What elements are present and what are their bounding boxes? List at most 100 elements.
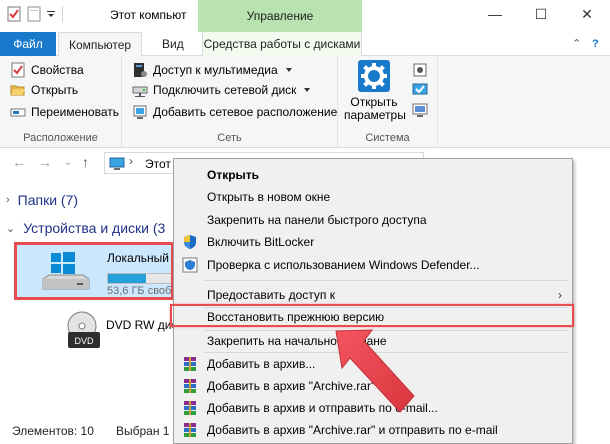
context-menu: Открыть Открыть в новом окне Закрепить н… — [173, 158, 573, 444]
chevron-right-icon: › — [6, 194, 10, 206]
properties-icon[interactable] — [6, 6, 22, 22]
menu-item-defender-scan-label: Проверка с использованием Windows Defend… — [207, 258, 480, 272]
properties-label: Свойства — [31, 63, 84, 77]
menu-item-archive-rar-email[interactable]: Добавить в архив "Archive.rar" и отправи… — [174, 419, 572, 441]
chevron-down-icon: ⌄ — [6, 222, 16, 235]
menu-item-add-to-archive-rar-label: Добавить в архив "Archive.rar" — [207, 379, 376, 393]
ribbon-group-location-label: Расположение — [23, 132, 98, 144]
chevron-down-icon — [285, 68, 292, 72]
add-network-location-label: Добавить сетевое расположение — [153, 105, 338, 119]
window-title: Этот компьют — [110, 8, 187, 22]
shield-icon — [182, 234, 198, 250]
qat-separator — [62, 6, 63, 22]
group-header-folders[interactable]: › Папки (7) — [6, 192, 78, 208]
uninstall-programs-icon[interactable] — [412, 62, 428, 78]
map-drive-button[interactable]: Подключить сетевой диск — [132, 80, 311, 100]
menu-item-archive-rar-email-label: Добавить в архив "Archive.rar" и отправи… — [207, 423, 498, 437]
new-folder-icon[interactable] — [26, 6, 42, 22]
address-path: Этот — [145, 157, 171, 171]
open-folder-icon — [10, 82, 26, 98]
ribbon: Свойства Открыть Переименовать Расположе… — [0, 56, 610, 148]
menu-item-bitlocker[interactable]: Включить BitLocker — [174, 231, 572, 253]
ribbon-tab-strip: Файл Компьютер Вид Средства работы с дис… — [0, 32, 610, 57]
winrar-icon — [182, 378, 198, 394]
defender-icon — [182, 257, 198, 273]
breadcrumb-separator-icon: › — [129, 154, 133, 168]
add-network-location-button[interactable]: Добавить сетевое расположение — [132, 102, 337, 122]
chevron-down-icon — [304, 88, 311, 92]
open-label: Открыть — [31, 83, 79, 97]
tab-file[interactable]: Файл — [0, 32, 56, 56]
menu-item-bitlocker-label: Включить BitLocker — [207, 235, 315, 249]
dvd-drive-icon: DVD — [64, 310, 104, 354]
submenu-chevron-icon: › — [558, 288, 562, 302]
media-server-icon — [132, 62, 148, 78]
manage-tab-label: Управление — [246, 9, 314, 23]
collapse-ribbon-button[interactable]: ⌃ — [572, 32, 581, 56]
recent-locations-chevron-icon[interactable]: ⌄ — [64, 157, 72, 168]
menu-item-add-to-archive-label: Добавить в архив... — [207, 357, 316, 371]
winrar-icon — [182, 356, 198, 372]
menu-item-give-access[interactable]: Предоставить доступ к › — [174, 284, 572, 306]
menu-item-add-to-archive[interactable]: Добавить в архив... — [174, 353, 572, 375]
this-pc-icon — [109, 156, 125, 172]
status-item-count: Элементов: 10 — [12, 424, 94, 438]
menu-item-open-new-window-label: Открыть в новом окне — [207, 190, 331, 204]
menu-item-pin-quick-access[interactable]: Закрепить на панели быстрого доступа — [174, 209, 572, 231]
maximize-button[interactable]: ☐ — [518, 0, 564, 28]
menu-item-pin-quick-access-label: Закрепить на панели быстрого доступа — [207, 213, 427, 227]
status-selected-count: Выбран 1 э — [116, 424, 179, 438]
open-settings-label-line2: параметры — [344, 108, 406, 122]
rename-button[interactable]: Переименовать — [10, 102, 119, 122]
menu-item-pin-start-label: Закрепить на начальном экране — [207, 334, 387, 348]
contextual-tab-manage[interactable]: Управление — [198, 0, 362, 32]
media-access-label: Доступ к мультимедиа — [153, 63, 278, 77]
back-arrow-icon[interactable]: ← — [12, 154, 26, 170]
tab-view[interactable]: Вид — [152, 32, 194, 56]
settings-gear-icon — [358, 60, 390, 92]
dvd-drive-name[interactable]: DVD RW дис — [106, 318, 177, 332]
network-drive-icon — [132, 82, 148, 98]
tab-computer[interactable]: Компьютер — [58, 32, 143, 57]
menu-item-open-new-window[interactable]: Открыть в новом окне — [174, 186, 572, 208]
restore-version-highlight-frame — [170, 304, 574, 327]
forward-arrow-icon[interactable]: → — [38, 154, 52, 170]
customize-toolbar-icon[interactable] — [46, 6, 56, 22]
help-button[interactable]: ? — [592, 32, 599, 56]
menu-item-give-access-label: Предоставить доступ к — [207, 288, 335, 302]
group-header-folders-label: Папки (7) — [17, 192, 79, 208]
up-arrow-icon[interactable]: ↑ — [82, 154, 89, 170]
tab-disk-tools[interactable]: Средства работы с дисками — [202, 32, 362, 56]
menu-item-open-label: Открыть — [207, 168, 260, 182]
open-settings-button[interactable]: Открыть параметры — [344, 60, 406, 124]
network-location-icon — [132, 104, 148, 120]
menu-item-archive-email[interactable]: Добавить в архив и отправить по e-mail..… — [174, 397, 572, 419]
group-header-devices-label: Устройства и диски (3 — [23, 220, 166, 236]
map-drive-label: Подключить сетевой диск — [153, 83, 297, 97]
winrar-icon — [182, 400, 198, 416]
close-button[interactable]: ✕ — [564, 0, 610, 28]
manage-computer-icon[interactable] — [412, 102, 428, 118]
menu-separator — [204, 280, 568, 281]
menu-item-defender-scan[interactable]: Проверка с использованием Windows Defend… — [174, 254, 572, 276]
ribbon-group-system-label: Система — [365, 132, 410, 144]
rename-label: Переименовать — [31, 105, 119, 119]
svg-text:DVD: DVD — [74, 336, 94, 346]
group-header-devices[interactable]: ⌄ Устройства и диски (3 — [6, 220, 165, 236]
menu-item-pin-start[interactable]: Закрепить на начальном экране — [174, 330, 572, 352]
ribbon-group-network-label: Сеть — [217, 132, 242, 144]
menu-item-archive-email-label: Добавить в архив и отправить по e-mail..… — [207, 401, 438, 415]
properties-button[interactable]: Свойства — [10, 60, 84, 80]
ribbon-group-location: Свойства Открыть Переименовать Расположе… — [0, 56, 122, 148]
local-disk-highlight-frame — [14, 242, 174, 300]
system-properties-icon[interactable] — [412, 82, 428, 98]
quick-access-toolbar — [6, 6, 65, 22]
title-bar: Этот компьют Управление — ☐ ✕ — [0, 0, 610, 32]
ribbon-group-network: Доступ к мультимедиа Подключить сетевой … — [122, 56, 338, 148]
menu-item-open[interactable]: Открыть — [174, 164, 572, 186]
open-button[interactable]: Открыть — [10, 80, 78, 100]
menu-item-add-to-archive-rar[interactable]: Добавить в архив "Archive.rar" — [174, 375, 572, 397]
media-access-button[interactable]: Доступ к мультимедиа — [132, 60, 292, 80]
rename-icon — [10, 104, 26, 120]
minimize-button[interactable]: — — [472, 0, 518, 28]
